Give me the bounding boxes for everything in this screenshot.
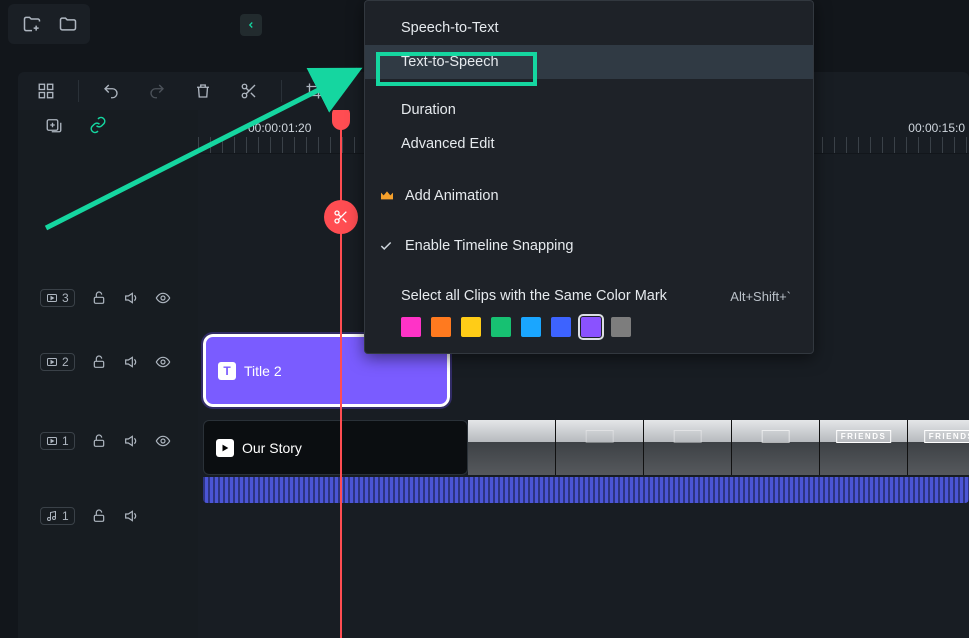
menu-shortcut: Alt+Shift+` xyxy=(730,289,791,304)
trash-icon[interactable] xyxy=(189,77,217,105)
video-overlay-text xyxy=(673,430,702,443)
ruler-time-label: 00:00:15:0 xyxy=(908,121,965,135)
collapse-panel-button[interactable] xyxy=(240,14,262,36)
scissors-icon[interactable] xyxy=(235,77,263,105)
track-head-video3: 3 xyxy=(18,268,198,328)
ruler-time-label: 00:00:01:20 xyxy=(248,121,311,135)
video-thumb: FRIENDS xyxy=(820,420,908,475)
track-head-video2: 2 xyxy=(18,328,198,396)
menu-label: Speech-to-Text xyxy=(401,20,499,36)
playhead-split-button[interactable] xyxy=(324,200,358,234)
speaker-icon[interactable] xyxy=(123,354,139,370)
eye-icon[interactable] xyxy=(155,290,171,306)
track-header-column: 3 2 1 1 xyxy=(18,110,198,638)
topbar-left-group xyxy=(8,4,90,44)
color-swatch[interactable] xyxy=(581,317,601,337)
menu-label: Add Animation xyxy=(405,188,499,204)
crop-icon[interactable] xyxy=(300,77,328,105)
video-overlay-text xyxy=(761,430,790,443)
color-swatch[interactable] xyxy=(431,317,451,337)
color-swatch[interactable] xyxy=(461,317,481,337)
play-icon xyxy=(216,439,234,457)
link-icon[interactable] xyxy=(84,111,112,139)
undo-icon[interactable] xyxy=(97,77,125,105)
audio-waveform[interactable] xyxy=(203,477,969,503)
context-menu: Speech-to-Text Text-to-Speech Duration A… xyxy=(364,0,814,354)
color-swatch[interactable] xyxy=(611,317,631,337)
add-track-icon[interactable] xyxy=(40,111,68,139)
track-badge[interactable]: 1 xyxy=(40,507,75,525)
color-swatch-row xyxy=(365,313,813,337)
menu-add-animation[interactable]: Add Animation xyxy=(365,179,813,213)
toolbar-separator xyxy=(78,80,79,102)
menu-enable-snapping[interactable]: Enable Timeline Snapping xyxy=(365,229,813,263)
track-index: 1 xyxy=(62,434,69,448)
video-thumb xyxy=(556,420,644,475)
color-swatch[interactable] xyxy=(521,317,541,337)
menu-label: Enable Timeline Snapping xyxy=(405,238,573,254)
menu-speech-to-text[interactable]: Speech-to-Text xyxy=(365,11,813,45)
menu-label: Text-to-Speech xyxy=(401,54,499,70)
lock-icon[interactable] xyxy=(91,354,107,370)
check-icon xyxy=(379,239,397,253)
video-overlay-text: FRIENDS xyxy=(924,430,969,443)
menu-label: Advanced Edit xyxy=(401,136,495,152)
text-clip-icon: T xyxy=(218,362,236,380)
video-overlay-text xyxy=(585,430,614,443)
playhead-handle[interactable] xyxy=(332,110,350,130)
video-thumb xyxy=(468,420,556,475)
menu-advanced-edit[interactable]: Advanced Edit xyxy=(365,127,813,161)
track-badge[interactable]: 1 xyxy=(40,432,75,450)
track-index: 2 xyxy=(62,355,69,369)
video-thumb xyxy=(732,420,820,475)
video-overlay-text: FRIENDS xyxy=(836,430,892,443)
color-swatch[interactable] xyxy=(491,317,511,337)
folder-add-icon[interactable] xyxy=(18,10,46,38)
lock-icon[interactable] xyxy=(91,508,107,524)
track-header-tools xyxy=(18,110,198,140)
menu-select-same-color[interactable]: Select all Clips with the Same Color Mar… xyxy=(365,279,813,313)
eye-icon[interactable] xyxy=(155,433,171,449)
menu-label: Select all Clips with the Same Color Mar… xyxy=(401,288,667,304)
video-thumb: FRIENDS xyxy=(908,420,969,475)
menu-text-to-speech[interactable]: Text-to-Speech xyxy=(365,45,813,79)
redo-icon[interactable] xyxy=(143,77,171,105)
crown-icon xyxy=(379,188,397,204)
menu-duration[interactable]: Duration xyxy=(365,93,813,127)
speaker-icon[interactable] xyxy=(123,508,139,524)
video-thumb xyxy=(644,420,732,475)
track-head-video1: 1 xyxy=(18,396,198,486)
track-badge[interactable]: 3 xyxy=(40,289,75,307)
speaker-icon[interactable] xyxy=(123,433,139,449)
clip-ourstory[interactable]: Our Story xyxy=(203,420,468,475)
lock-icon[interactable] xyxy=(91,290,107,306)
folder-icon[interactable] xyxy=(54,10,82,38)
color-swatch[interactable] xyxy=(401,317,421,337)
track-index: 1 xyxy=(62,509,69,523)
speaker-icon[interactable] xyxy=(123,290,139,306)
track-index: 3 xyxy=(62,291,69,305)
track-head-audio1: 1 xyxy=(18,486,198,546)
video-clip-thumbs[interactable]: FRIENDS FRIENDS xyxy=(468,420,969,475)
clip-label: Our Story xyxy=(242,440,302,456)
clip-label: Title 2 xyxy=(244,363,282,379)
grid-icon[interactable] xyxy=(32,77,60,105)
menu-label: Duration xyxy=(401,102,456,118)
lock-icon[interactable] xyxy=(91,433,107,449)
eye-icon[interactable] xyxy=(155,354,171,370)
playhead[interactable] xyxy=(340,110,342,638)
toolbar-separator xyxy=(281,80,282,102)
color-swatch[interactable] xyxy=(551,317,571,337)
track-badge[interactable]: 2 xyxy=(40,353,75,371)
